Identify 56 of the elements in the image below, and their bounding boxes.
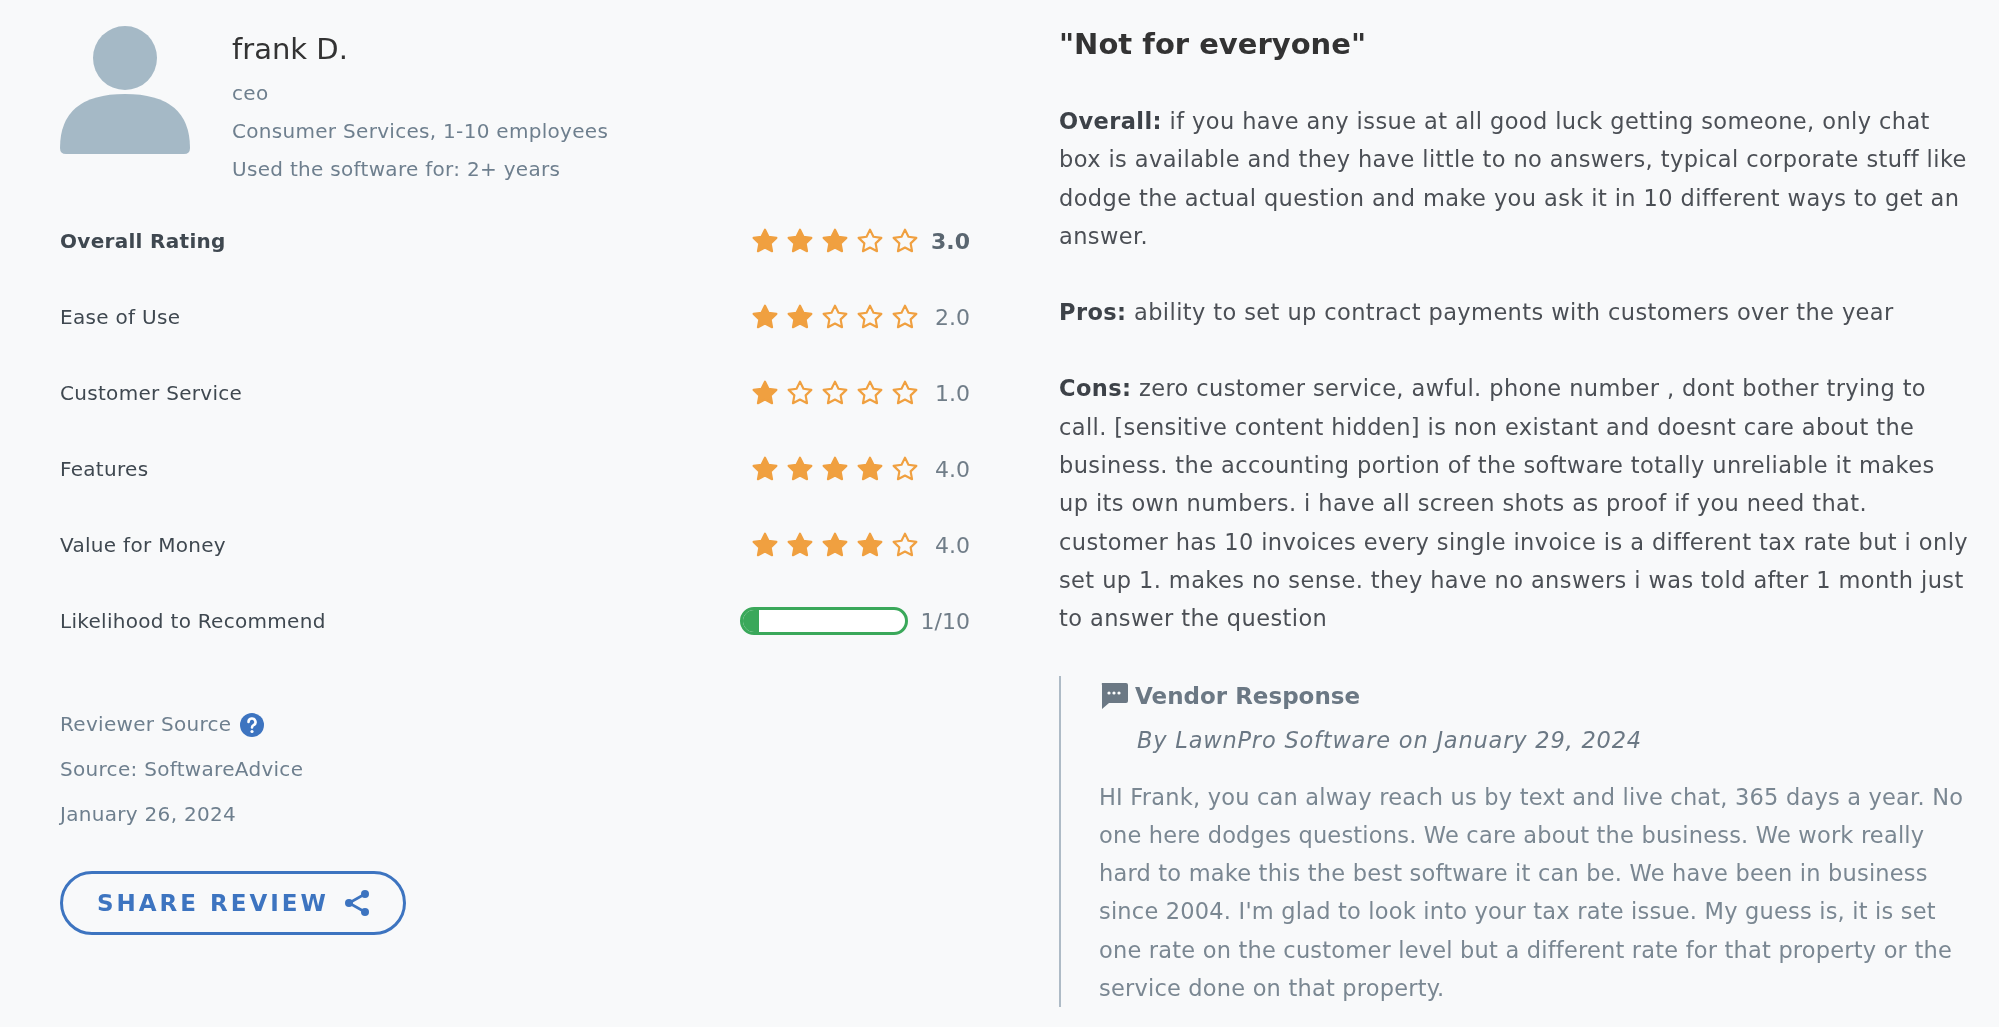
rating-label: Likelihood to Recommend (60, 609, 327, 633)
star-icon (787, 304, 813, 330)
reviewer-name: frank D. (232, 31, 349, 68)
help-icon[interactable] (239, 711, 266, 738)
rating-value: 4.0 (934, 456, 970, 482)
vendor-response-heading: Vendor Response (1135, 682, 1361, 709)
empty-star-icon (892, 380, 918, 406)
review-paragraph: Cons: zero customer service, awful. phone number , dont bother trying to call. [sensitive content hidden] is non existant and doesnt care about the business. the accounting portion of the software totally unreliable it makes up its own numbers. i have all screen shots as proof if you need that. customer has 10 invoices every single invoice is a different tax rate but i only set up 1. makes no sense. they have no answers i was told after 1 month just to answer the question (1059, 374, 1969, 634)
empty-star-icon (892, 228, 918, 254)
empty-star-icon (857, 228, 883, 254)
share-icon (342, 889, 371, 917)
rating-label: Ease of Use (60, 305, 182, 329)
empty-star-icon (892, 532, 918, 558)
rating-value: 2.0 (934, 304, 970, 330)
empty-star-icon (822, 304, 848, 330)
star-icon (752, 228, 778, 254)
chat-bubble-icon (1099, 680, 1129, 711)
share-review-button[interactable]: SHARE REVIEW (60, 871, 406, 935)
review-title: "Not for everyone" (1059, 26, 1367, 63)
star-icon (857, 456, 883, 482)
star-icon (787, 456, 813, 482)
empty-star-icon (892, 456, 918, 482)
rating-value: 1.0 (934, 380, 970, 406)
review-paragraph: Pros: ability to set up contract payments with customers over the year (1059, 298, 1895, 328)
star-icon (752, 304, 778, 330)
rating-label: Value for Money (60, 533, 227, 557)
reviewer-industry: Consumer Services, 1-10 employees (232, 118, 609, 145)
empty-star-icon (787, 380, 813, 406)
vendor-response-text: HI Frank, you can alway reach us by text and live chat, 365 days a year. No one here dodges questions. We care about the business. We work really hard to make this the best software it can be. We have been in business since 2004. I'm glad to look into your tax rate issue. My guess is, it is set one rate on the customer level but a different rate for that property or the service done on that property. (1099, 782, 1965, 1004)
avatar-icon (60, 24, 190, 154)
star-icon (822, 532, 848, 558)
rating-value: 3.0 (930, 228, 970, 254)
reviewer-role: ceo (232, 80, 270, 107)
star-icon (752, 456, 778, 482)
star-icon (787, 228, 813, 254)
empty-star-icon (857, 304, 883, 330)
star-icon (752, 532, 778, 558)
source-text: Source: SoftwareAdvice (60, 756, 305, 783)
star-icon (822, 456, 848, 482)
rating-value: 4.0 (934, 532, 970, 558)
star-icon (857, 532, 883, 558)
reviewer-source-label: Reviewer Source (60, 711, 232, 738)
rating-label: Features (60, 457, 150, 481)
rating-value: 1/10 (919, 608, 970, 634)
empty-star-icon (822, 380, 848, 406)
star-icon (822, 228, 848, 254)
rating-label: Customer Service (60, 381, 244, 405)
usage-duration: Used the software for: 2+ years (232, 156, 562, 183)
empty-star-icon (892, 304, 918, 330)
review-paragraph: Overall: if you have any issue at all good luck getting someone, only chat box is available and they have little to no answers, typical corporate stuff like dodge the actual question and make you ask it in 10 different ways to get an answer. (1059, 107, 1968, 251)
star-icon (752, 380, 778, 406)
star-icon (787, 532, 813, 558)
vendor-byline: By LawnPro Software on January 29, 2024 (1137, 725, 1643, 755)
rating-label: Overall Rating (60, 229, 227, 253)
review-date: January 26, 2024 (60, 801, 238, 828)
empty-star-icon (857, 380, 883, 406)
